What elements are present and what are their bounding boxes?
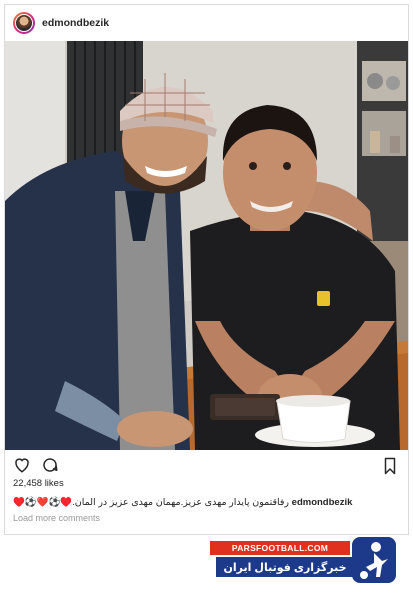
- caption: edmondbezik رفاقتمون پایدار مهدی عزیز.مه…: [5, 497, 408, 508]
- load-more-comments-link[interactable]: Load more comments: [5, 513, 408, 523]
- caption-text: رفاقتمون پایدار مهدی عزیز.مهمان مهدی عزی…: [13, 497, 290, 508]
- instagram-post: edmondbezik 22,458 likes edmondbezik رفا…: [4, 4, 409, 535]
- bookmark-icon[interactable]: [380, 456, 400, 476]
- watermark: PARSFOOTBALL.COM خبرگزاری فوتبال ایران: [210, 537, 400, 589]
- username[interactable]: edmondbezik: [42, 17, 109, 29]
- watermark-site: PARSFOOTBALL.COM: [210, 541, 350, 555]
- watermark-tagline: خبرگزاری فوتبال ایران: [216, 557, 354, 577]
- post-actions: [5, 450, 408, 480]
- photo-illustration: [5, 41, 408, 450]
- avatar[interactable]: [13, 12, 35, 34]
- parsfootball-logo-icon: [352, 537, 396, 583]
- heart-icon[interactable]: [12, 455, 32, 475]
- caption-username[interactable]: edmondbezik: [292, 497, 353, 508]
- post-header: edmondbezik: [5, 5, 408, 41]
- post-photo[interactable]: [5, 41, 408, 450]
- comment-icon[interactable]: [40, 455, 60, 475]
